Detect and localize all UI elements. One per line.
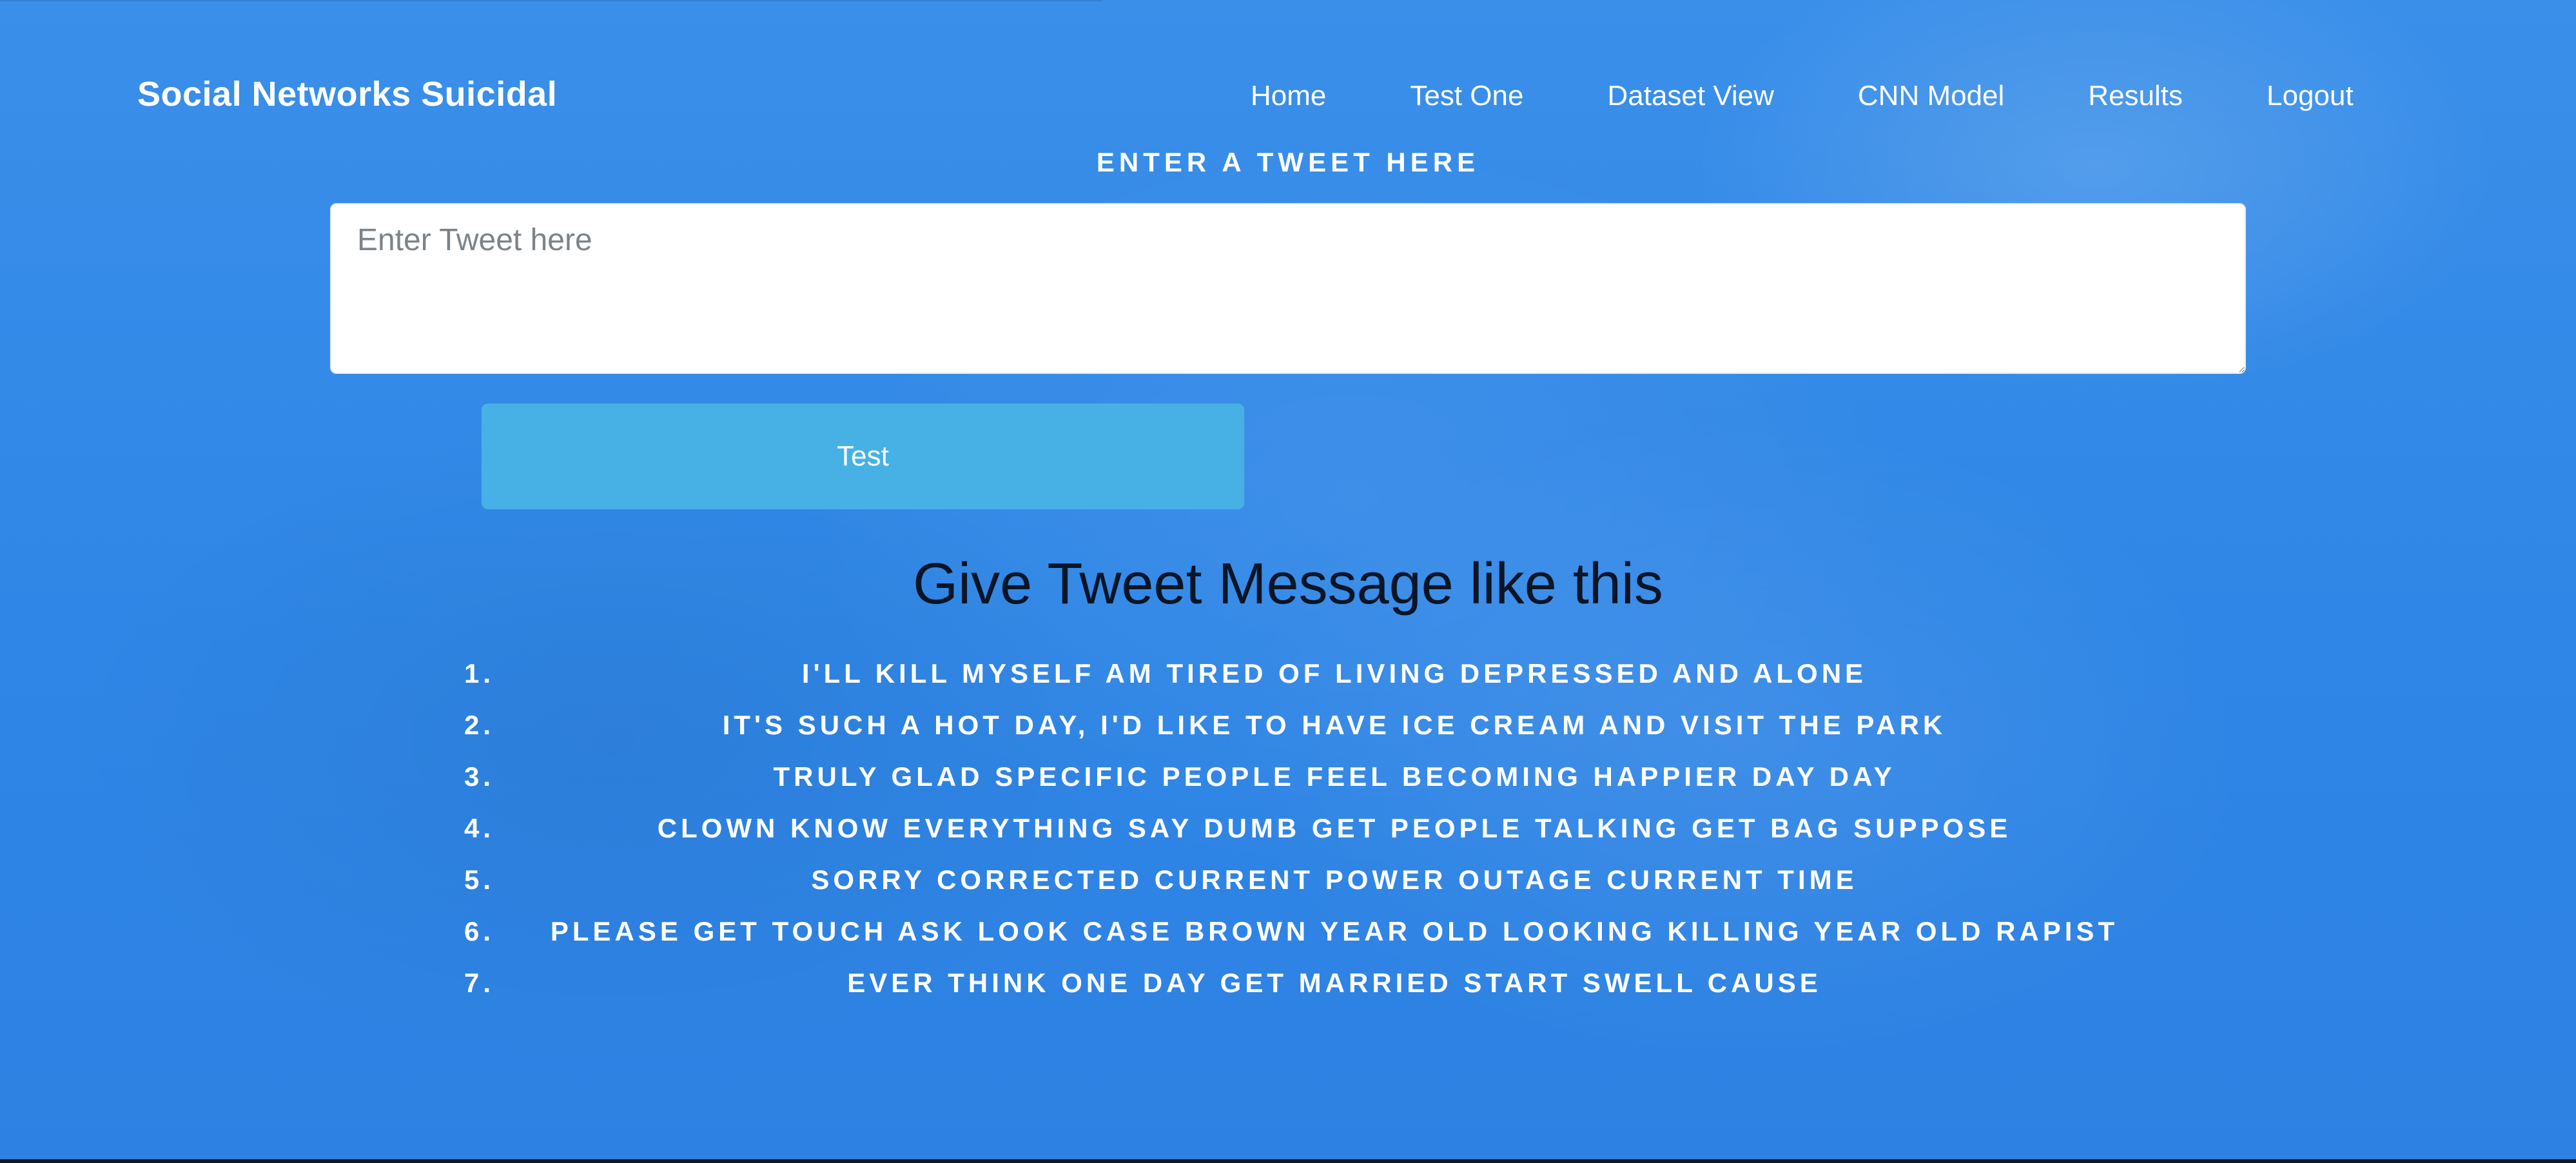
nav-link-test-one[interactable]: Test One xyxy=(1410,80,1523,112)
example-tweets-list: 1. I'LL KILL MYSELF AM TIRED OF LIVING D… xyxy=(464,648,2160,1009)
navbar: Social Networks Suicidal Home Test One D… xyxy=(0,0,2576,148)
list-item-number: 7. xyxy=(464,968,495,998)
bottom-border xyxy=(0,1159,2576,1163)
list-item-text: IT'S SUCH A HOT DAY, I'D LIKE TO HAVE IC… xyxy=(722,710,1947,740)
nav-link-dataset-view[interactable]: Dataset View xyxy=(1607,80,1773,112)
list-item-number: 6. xyxy=(464,916,495,946)
list-item: 2. IT'S SUCH A HOT DAY, I'D LIKE TO HAVE… xyxy=(464,699,2160,751)
list-item: 4. CLOWN KNOW EVERYTHING SAY DUMB GET PE… xyxy=(464,803,2160,854)
list-item: 7. EVER THINK ONE DAY GET MARRIED START … xyxy=(464,957,2160,1009)
nav-link-home[interactable]: Home xyxy=(1251,80,1326,112)
list-item-text: CLOWN KNOW EVERYTHING SAY DUMB GET PEOPL… xyxy=(657,813,2012,843)
list-item: 1. I'LL KILL MYSELF AM TIRED OF LIVING D… xyxy=(464,648,2160,699)
nav-link-cnn-model[interactable]: CNN Model xyxy=(1858,80,2004,112)
list-item: 6. PLEASE GET TOUCH ASK LOOK CASE BROWN … xyxy=(464,906,2160,957)
list-item-number: 4. xyxy=(464,813,495,843)
list-item-text: TRULY GLAD SPECIFIC PEOPLE FEEL BECOMING… xyxy=(773,761,1896,792)
examples-heading: Give Tweet Message like this xyxy=(913,552,1663,616)
tweet-input[interactable] xyxy=(330,203,2246,374)
list-item-text: PLEASE GET TOUCH ASK LOOK CASE BROWN YEA… xyxy=(550,916,2119,946)
list-item: 5. SORRY CORRECTED CURRENT POWER OUTAGE … xyxy=(464,854,2160,906)
list-item-text: I'LL KILL MYSELF AM TIRED OF LIVING DEPR… xyxy=(801,658,1868,689)
nav-link-results[interactable]: Results xyxy=(2088,80,2183,112)
test-button[interactable]: Test xyxy=(482,404,1244,509)
list-item-text: EVER THINK ONE DAY GET MARRIED START SWE… xyxy=(847,968,1822,998)
brand-title[interactable]: Social Networks Suicidal xyxy=(137,74,557,114)
nav-menu: Home Test One Dataset View CNN Model Res… xyxy=(1251,80,2354,112)
list-item-number: 1. xyxy=(464,658,495,689)
list-item-number: 3. xyxy=(464,761,495,792)
tweet-input-label: ENTER A TWEET HERE xyxy=(1096,147,1480,177)
list-item-text: SORRY CORRECTED CURRENT POWER OUTAGE CUR… xyxy=(811,865,1858,895)
nav-link-logout[interactable]: Logout xyxy=(2267,80,2354,112)
list-item: 3. TRULY GLAD SPECIFIC PEOPLE FEEL BECOM… xyxy=(464,751,2160,803)
list-item-number: 2. xyxy=(464,710,495,740)
list-item-number: 5. xyxy=(464,865,495,895)
